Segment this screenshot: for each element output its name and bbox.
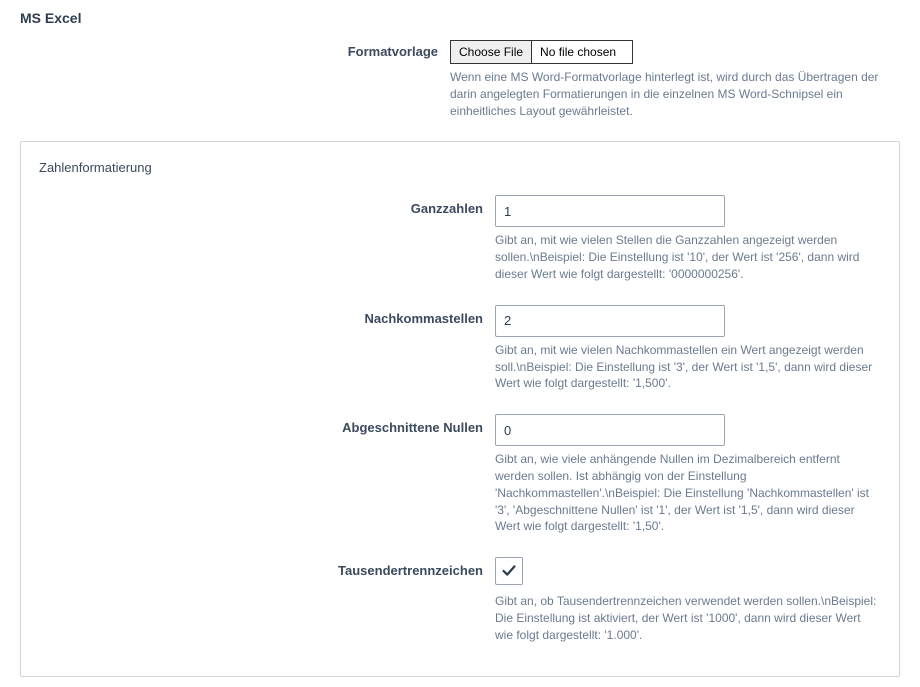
file-chosen-text: No file chosen (532, 41, 632, 63)
nachkommastellen-group: Nachkommastellen Gibt an, mit wie vielen… (39, 305, 877, 392)
choose-file-button[interactable]: Choose File (451, 41, 532, 63)
ganzzahlen-help: Gibt an, mit wie vielen Stellen die Ganz… (495, 232, 877, 282)
tausendertrennzeichen-help: Gibt an, ob Tausendertrennzeichen verwen… (495, 593, 877, 643)
zahlenformatierung-fieldset: Zahlenformatierung Ganzzahlen Gibt an, m… (20, 141, 900, 676)
formatvorlage-label: Formatvorlage (20, 40, 450, 59)
abgeschnittene-nullen-label: Abgeschnittene Nullen (39, 414, 495, 435)
formatvorlage-control: Choose File No file chosen Wenn eine MS … (450, 40, 885, 119)
nachkommastellen-help: Gibt an, mit wie vielen Nachkommastellen… (495, 342, 877, 392)
abgeschnittene-nullen-group: Abgeschnittene Nullen Gibt an, wie viele… (39, 414, 877, 535)
nachkommastellen-label: Nachkommastellen (39, 305, 495, 326)
tausendertrennzeichen-checkbox[interactable] (495, 557, 523, 585)
file-input[interactable]: Choose File No file chosen (450, 40, 633, 64)
tausendertrennzeichen-label: Tausendertrennzeichen (39, 557, 495, 578)
tausendertrennzeichen-group: Tausendertrennzeichen Gibt an, ob Tausen… (39, 557, 877, 643)
abgeschnittene-nullen-input[interactable] (495, 414, 725, 446)
ganzzahlen-label: Ganzzahlen (39, 195, 495, 216)
nachkommastellen-input[interactable] (495, 305, 725, 337)
ganzzahlen-input[interactable] (495, 195, 725, 227)
check-icon (500, 562, 518, 580)
ganzzahlen-group: Ganzzahlen Gibt an, mit wie vielen Stell… (39, 195, 877, 282)
formatvorlage-help: Wenn eine MS Word-Formatvorlage hinterle… (450, 69, 885, 119)
abgeschnittene-nullen-help: Gibt an, wie viele anhängende Nullen im … (495, 451, 877, 535)
fieldset-legend: Zahlenformatierung (39, 160, 877, 175)
formatvorlage-row: Formatvorlage Choose File No file chosen… (20, 40, 900, 119)
section-title: MS Excel (20, 10, 900, 26)
